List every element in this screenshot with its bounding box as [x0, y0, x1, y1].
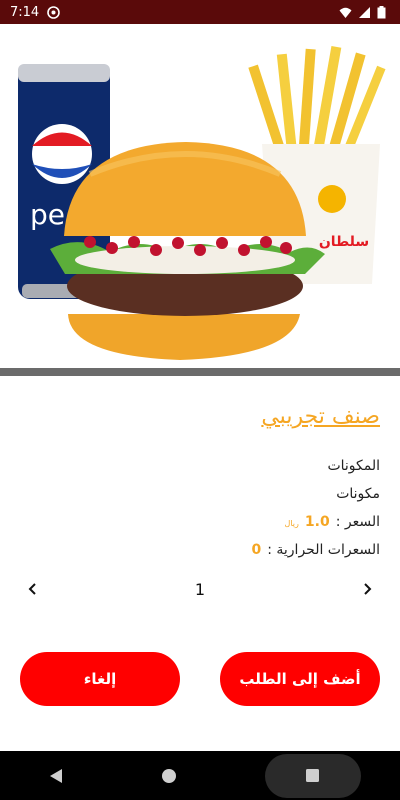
- calories-label: السعرات الحرارية :: [267, 542, 380, 558]
- ingredients-value-row: مكونات: [336, 486, 380, 502]
- status-right: [339, 5, 390, 19]
- price-label: السعر :: [335, 514, 380, 530]
- app-notification-icon: [47, 5, 61, 19]
- burger-combo-image: pe سلطان: [18, 45, 386, 360]
- status-time: 7:14: [10, 4, 40, 20]
- svg-text:pe: pe: [30, 198, 65, 231]
- ingredients-label: المكونات: [327, 458, 380, 474]
- quantity-value: 1: [194, 579, 206, 599]
- hero-image: pe سلطان: [0, 24, 400, 368]
- ingredients-label-row: المكونات: [327, 458, 380, 474]
- hero-divider: [0, 368, 400, 376]
- calories-value: 0: [251, 542, 262, 558]
- system-nav-bar: [0, 751, 400, 800]
- item-details: صنف تجريبي المكونات مكونات السعر : 1.0 ر…: [0, 376, 400, 751]
- quantity-stepper: 1: [20, 576, 380, 602]
- signal-icon: [358, 6, 371, 19]
- price-row: السعر : 1.0 ريال: [285, 514, 380, 530]
- fries-box-brand: سلطان: [319, 234, 369, 250]
- wifi-icon: [339, 6, 352, 19]
- price-value: 1.0: [304, 514, 330, 530]
- calories-row: السعرات الحرارية : 0: [251, 542, 380, 558]
- ingredients-value: مكونات: [336, 486, 380, 502]
- battery-icon: [377, 5, 390, 19]
- recents-icon: [306, 769, 320, 782]
- cancel-button[interactable]: إلغاء: [20, 652, 180, 706]
- home-icon[interactable]: [152, 759, 186, 793]
- add-to-order-button[interactable]: أضف إلى الطلب: [220, 652, 380, 706]
- status-left: 7:14: [10, 4, 61, 20]
- item-title: صنف تجريبي: [261, 404, 380, 429]
- recents-button[interactable]: [264, 753, 361, 798]
- chevron-left-icon[interactable]: [20, 576, 46, 602]
- chevron-right-icon[interactable]: [354, 576, 380, 602]
- status-bar: 7:14: [0, 0, 400, 24]
- back-icon[interactable]: [39, 759, 73, 793]
- price-currency: ريال: [284, 519, 299, 528]
